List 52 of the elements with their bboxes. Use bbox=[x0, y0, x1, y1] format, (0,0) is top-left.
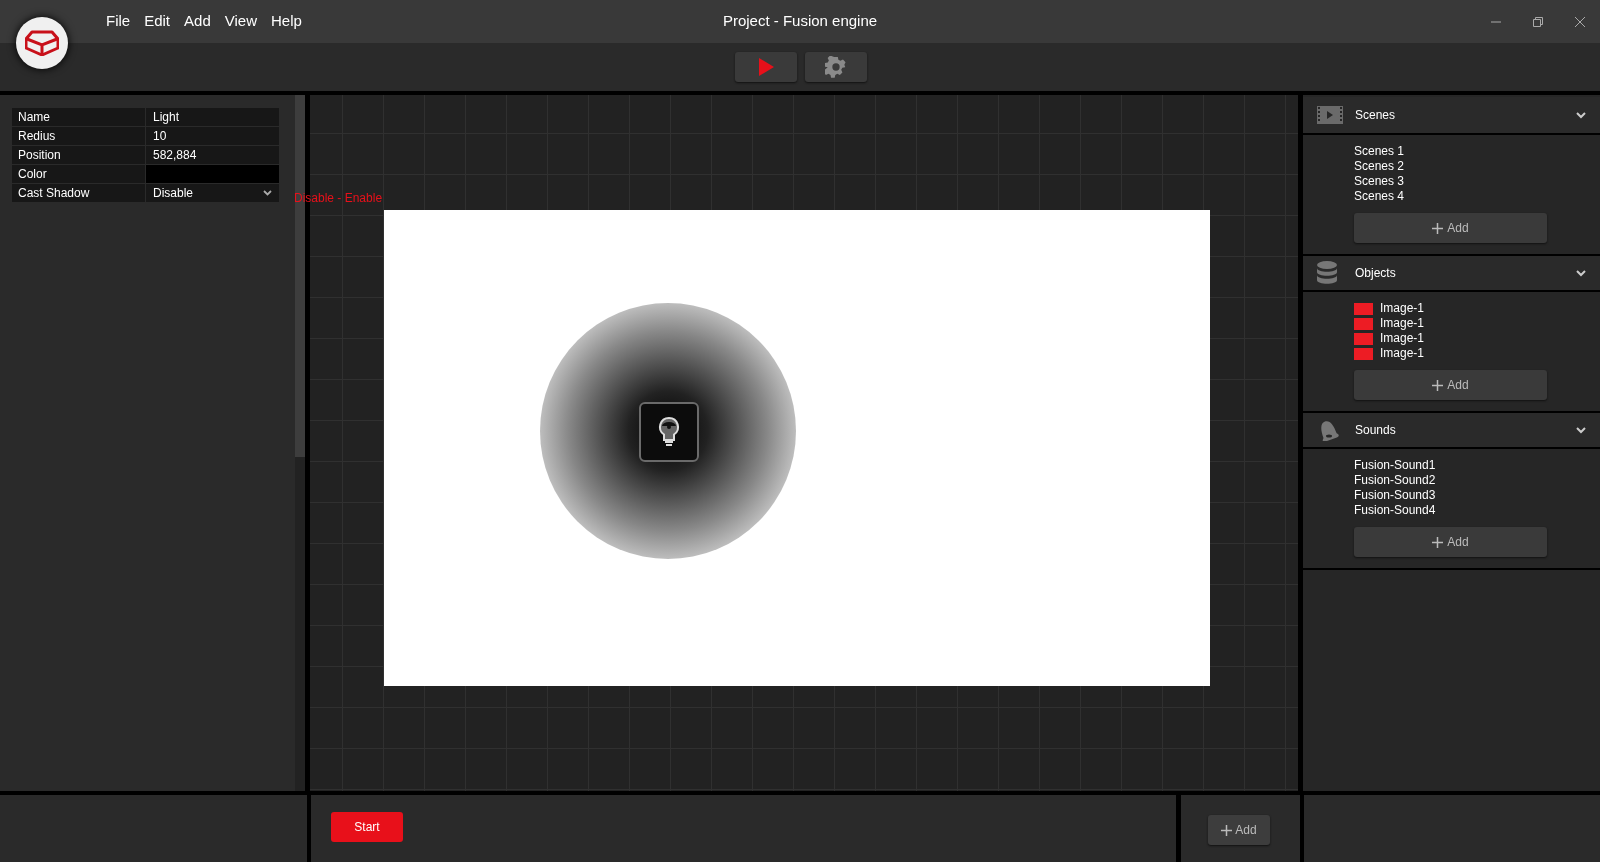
database-icon bbox=[1317, 261, 1337, 285]
property-label: Position bbox=[12, 146, 145, 164]
gear-icon bbox=[825, 56, 847, 78]
menu-item[interactable]: Add bbox=[178, 10, 217, 33]
list-item[interactable]: Image-1 bbox=[1380, 316, 1425, 331]
restore-icon[interactable] bbox=[1532, 15, 1544, 28]
list-item[interactable]: Scenes 4 bbox=[1354, 189, 1405, 204]
add-button[interactable]: Add bbox=[1208, 815, 1270, 845]
menu-item[interactable]: Help bbox=[265, 10, 308, 33]
property-value[interactable]: 582,884 bbox=[146, 146, 279, 164]
menu-item[interactable]: View bbox=[218, 10, 263, 33]
list-item[interactable]: Fusion-Sound3 bbox=[1354, 488, 1436, 503]
film-icon bbox=[1317, 106, 1343, 124]
chevron-down-icon bbox=[263, 190, 272, 196]
menu-item[interactable]: File bbox=[100, 10, 137, 33]
panel-header[interactable]: Objects bbox=[1303, 254, 1600, 292]
list-item[interactable]: Scenes 1 bbox=[1354, 144, 1405, 159]
settings-button[interactable] bbox=[805, 52, 867, 82]
plus-icon bbox=[1221, 824, 1233, 836]
window-title: Project - Fusion engine bbox=[721, 11, 879, 32]
list-item[interactable]: Image-1 bbox=[1380, 301, 1425, 316]
play-button[interactable] bbox=[735, 52, 797, 82]
panel-header[interactable]: Scenes bbox=[1303, 97, 1600, 135]
list-item[interactable]: Image-1 bbox=[1380, 346, 1425, 361]
light-node[interactable] bbox=[639, 402, 699, 462]
plus-icon bbox=[1432, 536, 1444, 548]
list-item[interactable]: Fusion-Sound4 bbox=[1354, 503, 1436, 518]
property-dropdown[interactable]: Disable bbox=[146, 184, 279, 202]
property-label: Redius bbox=[12, 127, 145, 145]
list-item[interactable]: Fusion-Sound2 bbox=[1354, 473, 1436, 488]
list-item[interactable]: Scenes 2 bbox=[1354, 159, 1405, 174]
property-value[interactable]: 10 bbox=[146, 127, 279, 145]
property-value[interactable]: Light bbox=[146, 108, 279, 126]
panel-header[interactable]: Sounds bbox=[1303, 411, 1600, 449]
add-button[interactable]: Add bbox=[1354, 213, 1547, 243]
add-button[interactable]: Add bbox=[1354, 527, 1547, 557]
close-icon[interactable] bbox=[1574, 15, 1586, 28]
add-button[interactable]: Add bbox=[1354, 370, 1547, 400]
play-icon bbox=[758, 58, 774, 76]
start-button[interactable]: Start bbox=[331, 812, 403, 842]
light-bulb-icon bbox=[657, 416, 681, 448]
list-item[interactable]: Scenes 3 bbox=[1354, 174, 1405, 189]
color-swatch[interactable] bbox=[146, 165, 279, 183]
property-label: Name bbox=[12, 108, 145, 126]
property-label: Cast Shadow bbox=[12, 184, 145, 202]
list-item[interactable]: Fusion-Sound1 bbox=[1354, 458, 1436, 473]
plus-icon bbox=[1432, 379, 1444, 391]
toggle-hint: Disable - Enable bbox=[294, 190, 383, 207]
menu-item[interactable]: Edit bbox=[138, 10, 177, 33]
plus-icon bbox=[1432, 222, 1444, 234]
property-label: Color bbox=[12, 165, 145, 183]
list-item[interactable]: Image-1 bbox=[1380, 331, 1425, 346]
